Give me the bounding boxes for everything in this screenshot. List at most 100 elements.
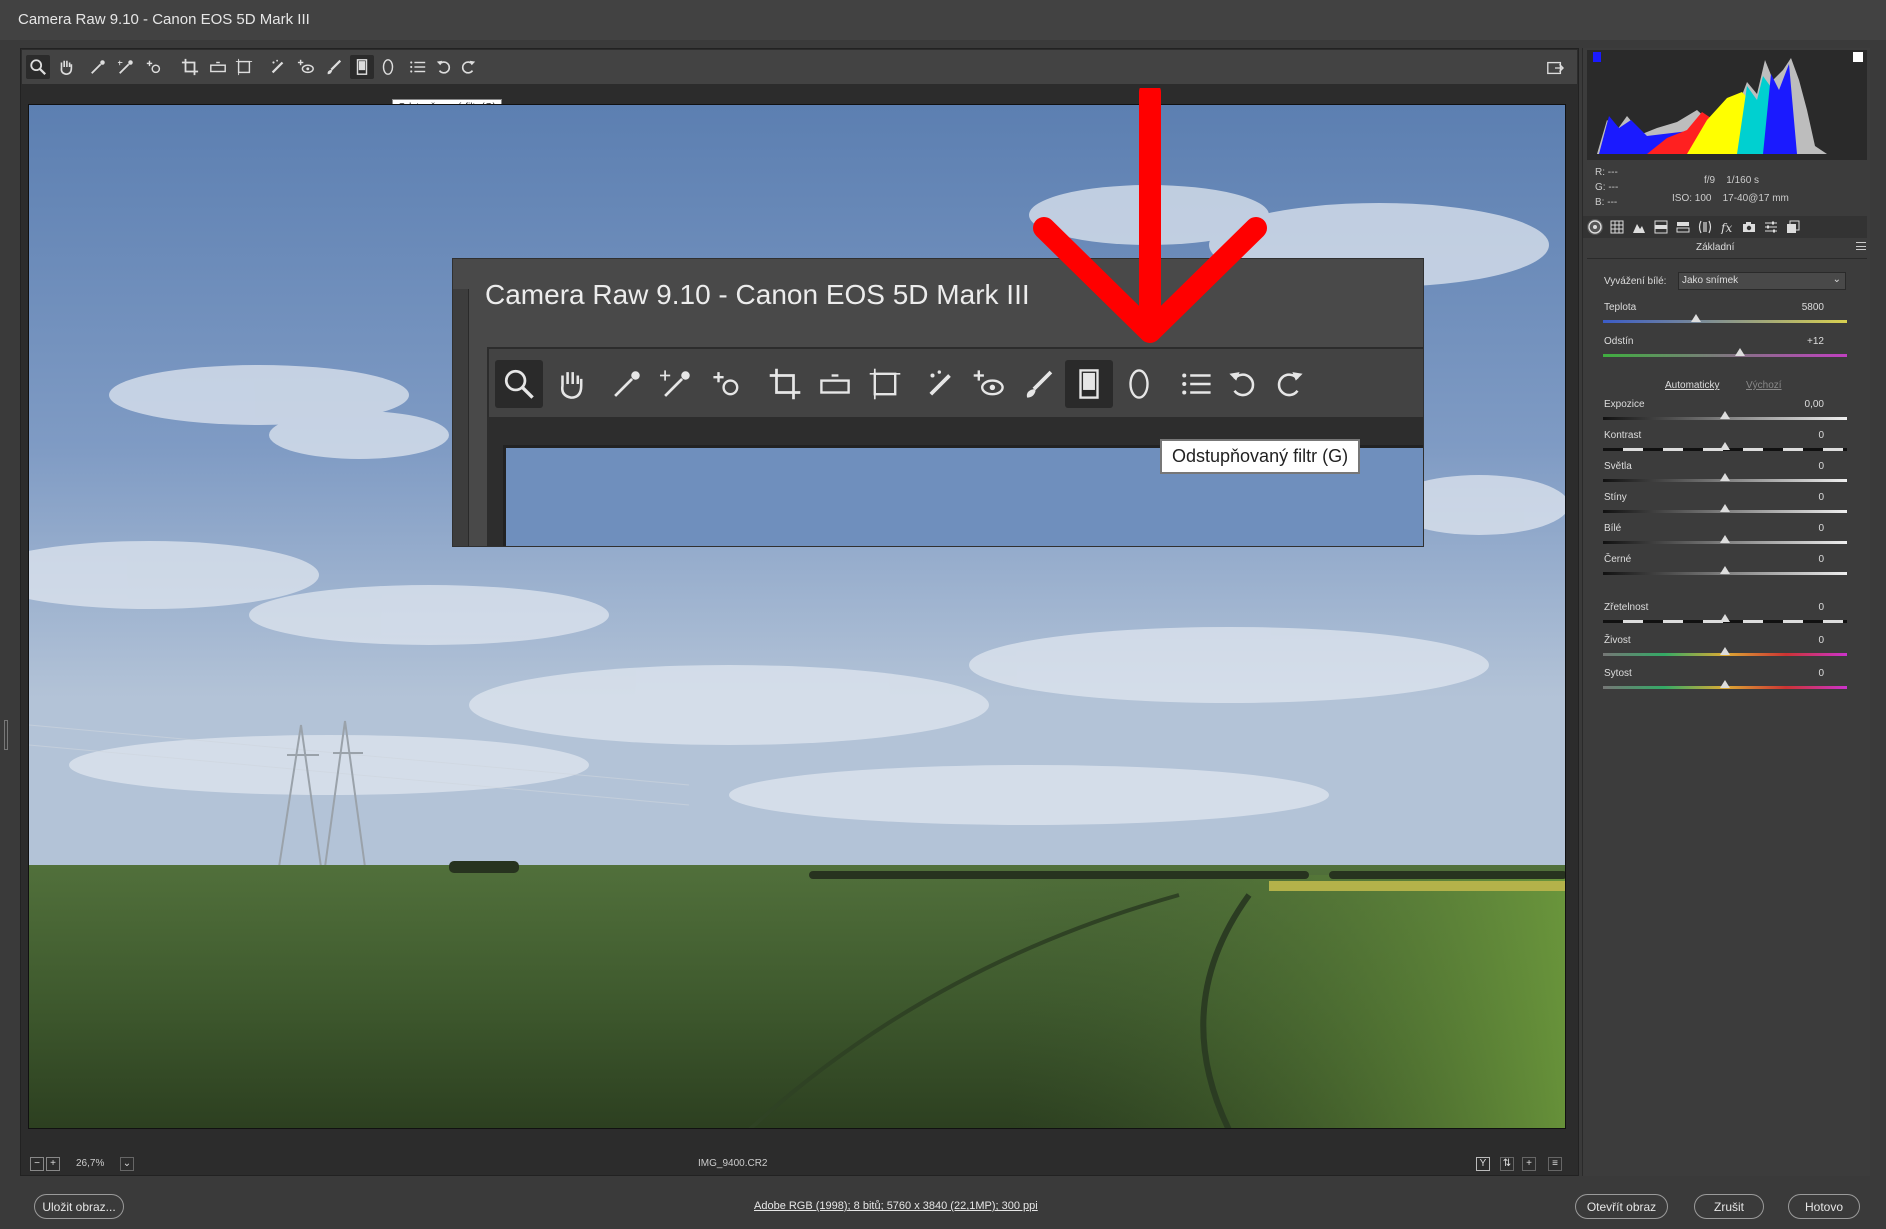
preferences-tool-button[interactable] xyxy=(406,55,430,79)
adjustment-brush-tool-button[interactable] xyxy=(322,55,346,79)
tab-split-toning[interactable] xyxy=(1675,219,1691,235)
slider-value[interactable]: 0 xyxy=(1784,461,1824,472)
rotate-right-tool-button[interactable] xyxy=(456,55,480,79)
slider-thumb[interactable] xyxy=(1734,348,1745,356)
zoom-level: 26,7% xyxy=(76,1158,105,1169)
magnifier-icon xyxy=(30,59,46,75)
eyedropper-icon xyxy=(91,60,105,74)
red-eye-tool-button[interactable] xyxy=(294,55,318,79)
tooltip-large: Odstupňovaný filtr (G) xyxy=(1160,439,1361,474)
slider-track[interactable] xyxy=(1603,320,1847,323)
slider-value[interactable]: 0 xyxy=(1784,523,1824,534)
crop-icon xyxy=(181,58,199,76)
red-eye-icon xyxy=(297,59,314,74)
crop-tool-button[interactable] xyxy=(178,55,202,79)
white-balance-tool-button[interactable] xyxy=(86,55,110,79)
inset-adjustment-brush-tool xyxy=(1015,360,1063,408)
done-button[interactable]: Hotovo xyxy=(1788,1194,1860,1219)
slider-thumb[interactable] xyxy=(1690,314,1701,322)
inset-window-title: Camera Raw 9.10 - Canon EOS 5D Mark III xyxy=(485,279,1030,310)
mountain-icon xyxy=(1633,224,1645,233)
left-collapse-handle[interactable] xyxy=(4,720,8,750)
slider-track[interactable] xyxy=(1603,354,1847,357)
inset-white-balance-tool xyxy=(603,360,651,408)
slider-thumb[interactable] xyxy=(1720,614,1730,622)
slider-thumb[interactable] xyxy=(1720,680,1730,688)
svg-text:fx: fx xyxy=(1720,221,1732,234)
targeted-adjustment-tool-button[interactable] xyxy=(142,55,166,79)
slider-thumb[interactable] xyxy=(1720,442,1730,450)
spot-removal-tool-button[interactable] xyxy=(266,55,290,79)
slider-label: Sytost xyxy=(1604,668,1632,679)
graduated-filter-tool-button[interactable] xyxy=(350,55,374,79)
tab-basic[interactable] xyxy=(1587,219,1603,235)
crop-icon xyxy=(769,368,801,400)
graduated-filter-icon xyxy=(356,59,368,75)
slider-value[interactable]: 5800 xyxy=(1784,302,1824,313)
target-icon xyxy=(146,60,161,74)
auto-link[interactable]: Automaticky xyxy=(1665,380,1719,391)
workflow-options-link[interactable]: Adobe RGB (1998); 8 bitů; 5760 x 3840 (2… xyxy=(754,1200,1038,1212)
tab-snapshots[interactable] xyxy=(1785,219,1801,235)
iso: ISO: 100 xyxy=(1672,193,1712,204)
slider-label: Černé xyxy=(1604,554,1632,565)
slider-thumb[interactable] xyxy=(1720,647,1730,655)
swap-button[interactable]: ⇅ xyxy=(1500,1157,1514,1171)
tab-camera-calibration[interactable] xyxy=(1741,219,1757,235)
white-balance-value: Jako snímek xyxy=(1682,275,1739,286)
panel-separator xyxy=(1587,258,1867,259)
red-eye-icon xyxy=(973,370,1004,396)
copy-settings-button[interactable]: + xyxy=(1522,1157,1536,1171)
slider-thumb[interactable] xyxy=(1720,535,1730,543)
open-image-button[interactable]: Otevřít obraz xyxy=(1575,1194,1668,1219)
slider-value[interactable]: 0 xyxy=(1784,430,1824,441)
zoom-out-button[interactable]: − xyxy=(30,1157,44,1171)
snapshots-icon xyxy=(1787,220,1800,233)
hand-tool-button[interactable] xyxy=(54,55,78,79)
default-link[interactable]: Výchozí xyxy=(1746,380,1782,391)
toggle-settings-button[interactable]: ≡ xyxy=(1548,1157,1562,1171)
slider-thumb[interactable] xyxy=(1720,411,1730,419)
shutter-speed: 1/160 s xyxy=(1726,175,1760,186)
save-image-button[interactable]: Uložit obraz... xyxy=(34,1194,124,1219)
slider-value[interactable]: +12 xyxy=(1784,336,1824,347)
slider-value[interactable]: 0 xyxy=(1784,635,1824,646)
tab-presets[interactable] xyxy=(1763,219,1779,235)
slider-thumb[interactable] xyxy=(1720,473,1730,481)
color-sampler-tool-button[interactable] xyxy=(114,55,138,79)
slider-value[interactable]: 0 xyxy=(1784,668,1824,679)
rgb-readout: R: --- G: --- B: --- xyxy=(1595,165,1618,210)
transform-tool-button[interactable] xyxy=(232,55,256,79)
slider-thumb[interactable] xyxy=(1720,566,1730,574)
radial-filter-tool-button[interactable] xyxy=(376,55,400,79)
fullscreen-button[interactable] xyxy=(1543,56,1567,80)
tab-hsl[interactable] xyxy=(1653,219,1669,235)
slider-value[interactable]: 0,00 xyxy=(1784,399,1824,410)
white-balance-select[interactable]: Jako snímek ⌄ xyxy=(1678,272,1846,290)
slider-value[interactable]: 0 xyxy=(1784,554,1824,565)
cancel-button[interactable]: Zrušit xyxy=(1694,1194,1764,1219)
slider-thumb[interactable] xyxy=(1720,504,1730,512)
slider-value[interactable]: 0 xyxy=(1784,492,1824,503)
rotate-left-tool-button[interactable] xyxy=(432,55,456,79)
inset-crop-tool xyxy=(761,360,809,408)
list-icon xyxy=(410,61,426,73)
zoom-tool-button[interactable] xyxy=(26,55,50,79)
slider-value[interactable]: 0 xyxy=(1784,602,1824,613)
lens-icon xyxy=(1698,220,1712,234)
before-after-button[interactable]: Y xyxy=(1476,1157,1490,1171)
zoom-dropdown[interactable]: ⌄ xyxy=(120,1157,134,1171)
brush-spot-icon xyxy=(271,59,284,74)
tab-effects[interactable]: fx xyxy=(1719,219,1735,235)
zoom-in-button[interactable]: + xyxy=(46,1157,60,1171)
fullscreen-icon xyxy=(1547,61,1564,75)
panel-menu-icon[interactable] xyxy=(1856,242,1866,250)
zoomed-inset: Camera Raw 9.10 - Canon EOS 5D Mark III xyxy=(452,258,1424,547)
tab-detail[interactable] xyxy=(1631,219,1647,235)
tab-lens-corrections[interactable] xyxy=(1697,219,1713,235)
filename: IMG_9400.CR2 xyxy=(698,1158,768,1169)
tab-tone-curve[interactable] xyxy=(1609,219,1625,235)
inset-spot-removal-tool xyxy=(917,360,965,408)
straighten-tool-button[interactable] xyxy=(206,55,230,79)
red-arrow-annotation xyxy=(1033,88,1267,343)
